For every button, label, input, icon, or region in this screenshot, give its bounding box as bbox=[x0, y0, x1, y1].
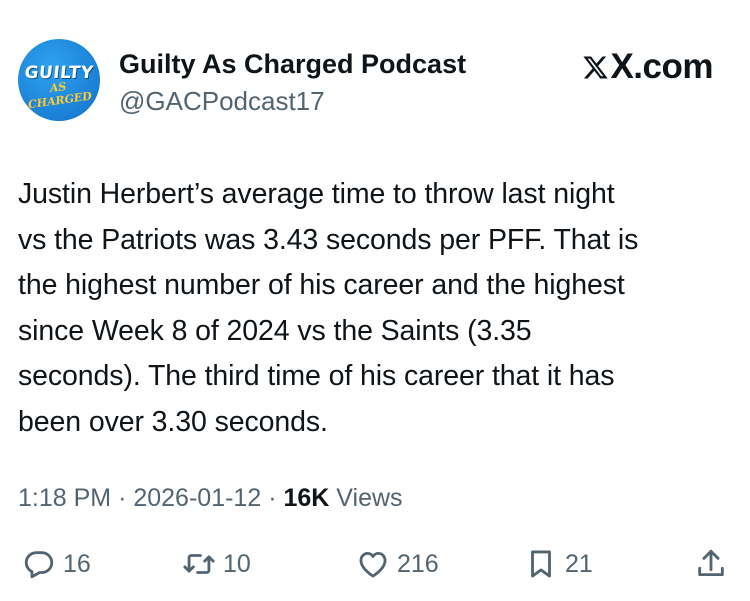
tweet-time[interactable]: 1:18 PM bbox=[18, 484, 111, 512]
tweet-text: Justin Herbert’s average time to throw l… bbox=[18, 178, 639, 438]
meta-separator: · bbox=[268, 484, 277, 512]
reply-button[interactable]: 16 bbox=[22, 547, 91, 581]
avatar[interactable]: GUILTY AS CHARGED bbox=[18, 39, 100, 121]
bookmark-button[interactable]: 21 bbox=[524, 547, 593, 581]
like-count: 216 bbox=[397, 549, 439, 578]
x-logo-icon bbox=[583, 56, 609, 78]
x-brand: X.com bbox=[582, 47, 713, 87]
views-count: 16K bbox=[283, 484, 330, 512]
views-label: Views bbox=[336, 484, 403, 512]
repost-count: 10 bbox=[223, 549, 251, 578]
brand-text: X.com bbox=[610, 47, 713, 86]
meta-separator: · bbox=[118, 484, 127, 512]
repost-button[interactable]: 10 bbox=[182, 547, 251, 581]
like-button[interactable]: 216 bbox=[356, 547, 439, 581]
reply-icon bbox=[24, 551, 54, 579]
share-icon bbox=[698, 549, 724, 577]
reply-count: 16 bbox=[63, 549, 91, 578]
action-bar: 16 10 216 21 bbox=[22, 547, 728, 587]
bookmark-count: 21 bbox=[565, 549, 593, 578]
like-icon bbox=[359, 551, 387, 578]
tweet-date[interactable]: 2026-01-12 bbox=[133, 484, 261, 512]
share-button[interactable] bbox=[694, 547, 728, 581]
display-name[interactable]: Guilty As Charged Podcast bbox=[119, 49, 466, 80]
user-handle[interactable]: @GACPodcast17 bbox=[119, 86, 325, 117]
tweet-meta: 1:18 PM · 2026-01-12 · 16K Views bbox=[18, 484, 403, 513]
repost-icon bbox=[183, 554, 215, 574]
bookmark-icon bbox=[531, 550, 551, 578]
